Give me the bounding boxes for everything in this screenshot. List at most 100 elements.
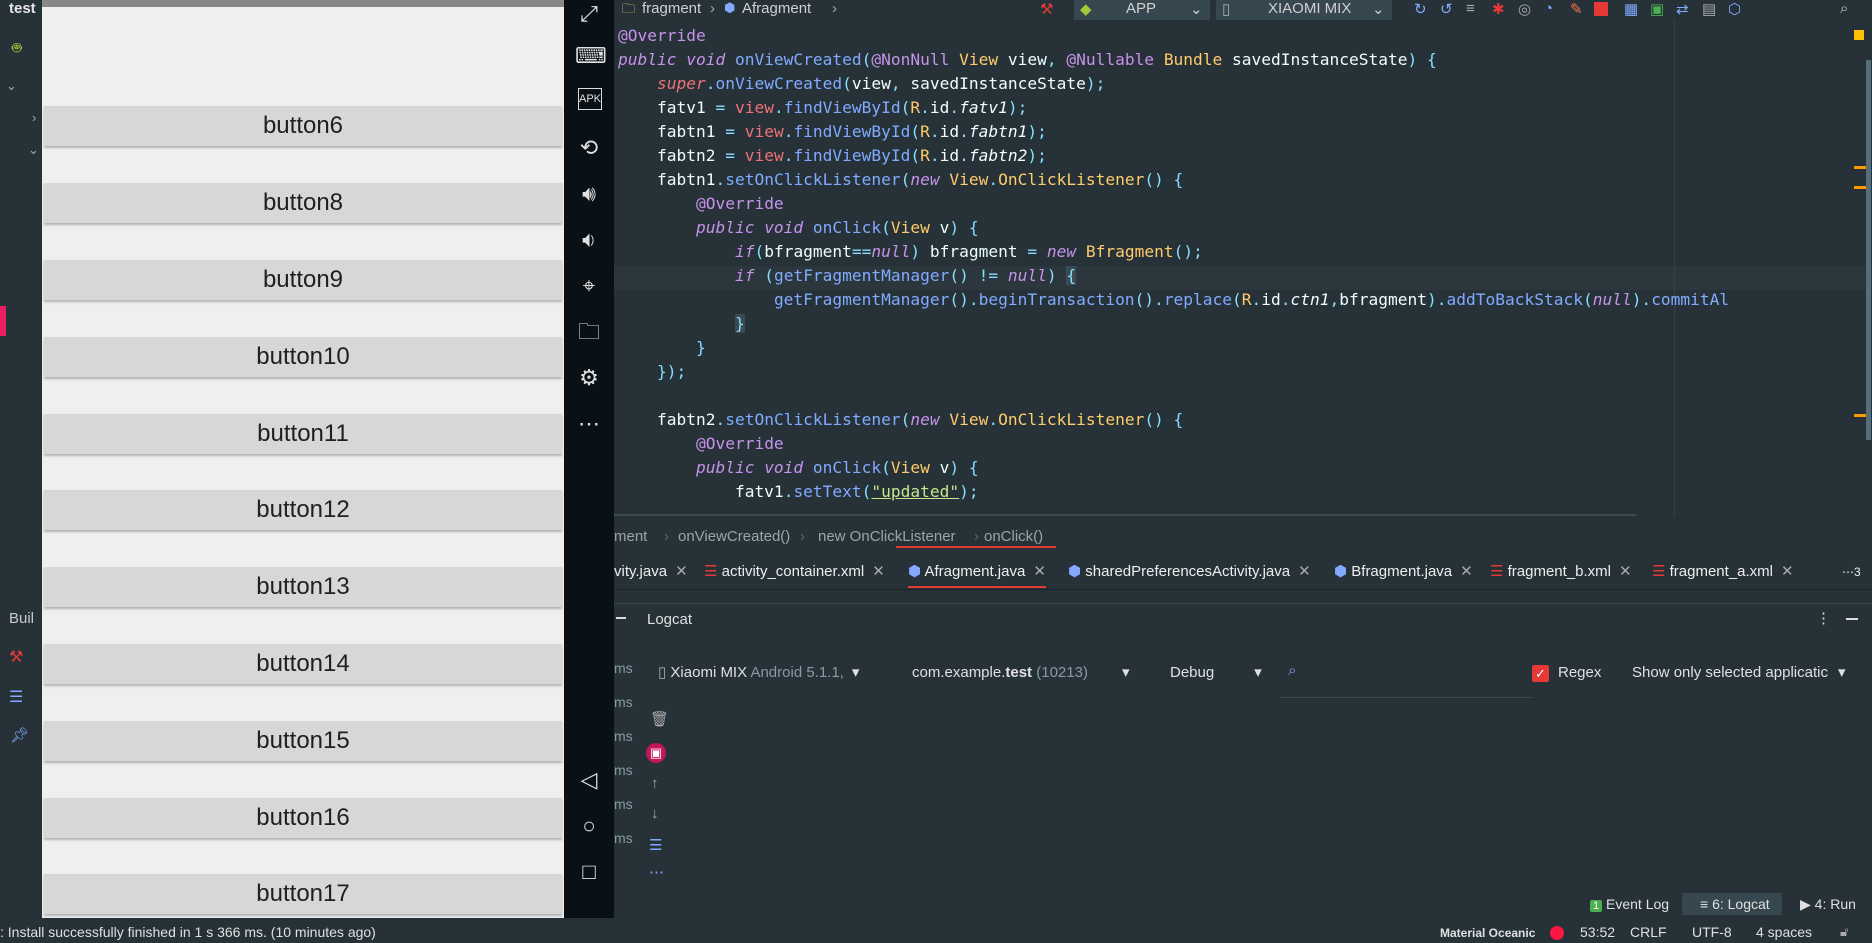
home-icon[interactable]: ○ [575, 812, 603, 840]
logcat-package-select[interactable]: com.example.test (10213) ▾ [912, 663, 1129, 681]
breadcrumb-afragment[interactable]: Afragment [742, 0, 811, 17]
tool-run[interactable]: ▶ 4: Run [1800, 896, 1856, 913]
crumb[interactable]: ment [614, 528, 647, 545]
tab-file[interactable]: ⬢ sharedPreferencesActivity.java ✕ [1068, 562, 1311, 580]
app-button[interactable]: button15 [44, 721, 562, 761]
scroll-to-end-icon[interactable]: ▣ [646, 743, 666, 763]
chevron-down-icon[interactable]: ⌄ [28, 142, 39, 158]
app-button[interactable]: button11 [44, 414, 562, 454]
android-icon[interactable]: 🤖︎ [12, 38, 30, 57]
tab-file[interactable]: vity.java ✕ [614, 562, 688, 580]
crumb[interactable]: onClick() [984, 528, 1043, 545]
apply-code-icon[interactable]: ↺ [1440, 0, 1453, 18]
app-button[interactable]: button17 [44, 874, 562, 914]
more-icon[interactable]: ⋯ [649, 863, 664, 881]
tab-file[interactable]: ⬢ Bfragment.java ✕ [1334, 562, 1473, 580]
close-icon[interactable]: ✕ [675, 563, 688, 580]
app-button[interactable]: button16 [44, 798, 562, 838]
build-label[interactable]: Buil [9, 610, 34, 627]
logcat-level-select[interactable]: Debug ▾ [1170, 663, 1262, 681]
theme-label[interactable]: Material Oceanic [1440, 926, 1535, 940]
tab-file[interactable]: ☰ fragment_b.xml ✕ [1490, 562, 1632, 580]
list-icon[interactable]: ☰ [9, 687, 23, 707]
volume-down-icon[interactable]: 🔉︎ [575, 226, 603, 254]
app-button[interactable]: button6 [44, 106, 562, 146]
app-button[interactable]: button12 [44, 490, 562, 530]
app-button[interactable]: button8 [44, 183, 562, 223]
crumb[interactable]: new OnClickListener [818, 528, 956, 545]
tab-file[interactable]: ⬢ Afragment.java ✕ [908, 562, 1046, 588]
tool-event-log[interactable]: 1 Event Log [1590, 896, 1669, 912]
recents-icon[interactable]: □ [575, 858, 603, 886]
close-icon[interactable]: ✕ [1298, 563, 1311, 580]
line-separator[interactable]: CRLF [1630, 924, 1667, 940]
close-icon[interactable]: ✕ [1033, 563, 1046, 580]
close-icon[interactable]: ✕ [1781, 563, 1794, 580]
keyboard-icon[interactable]: ⌨ [575, 42, 607, 70]
soft-wrap-icon[interactable]: ☰ [649, 836, 662, 854]
chevron-right-icon[interactable]: › [32, 110, 36, 125]
chevron-down-icon[interactable]: ⌄ [6, 78, 17, 94]
regex-checkbox[interactable]: ✓ [1532, 665, 1549, 682]
run-config-select[interactable]: ◆ APP ⌄ [1074, 0, 1210, 20]
breadcrumb-fragment[interactable]: fragment [642, 0, 701, 17]
app-button[interactable]: button9 [44, 260, 562, 300]
tab-file[interactable]: ☰ activity_container.xml ✕ [704, 562, 885, 580]
logcat-device-select[interactable]: ▯ Xiaomi MIX Android 5.1.1, ▾ [658, 663, 859, 681]
hammer-icon[interactable]: ⚒ [9, 647, 23, 667]
search-field-underline[interactable] [1280, 697, 1534, 698]
search-icon[interactable]: ⌕ [1288, 662, 1296, 679]
more-vertical-icon[interactable]: ⋮ [1816, 609, 1831, 627]
rotate-icon[interactable]: ⟲ [575, 134, 603, 162]
more-icon[interactable]: ⋯ [575, 410, 603, 438]
terminal-icon[interactable]: ▣ [1650, 0, 1664, 18]
hide-panel-icon[interactable] [1846, 618, 1858, 620]
apk-icon[interactable]: APK [578, 88, 602, 110]
avd-icon[interactable]: ▤ [1702, 0, 1716, 18]
close-icon[interactable]: ✕ [1619, 563, 1632, 580]
folder-icon[interactable]: 🗀 [575, 318, 603, 346]
app-button[interactable]: button14 [44, 644, 562, 684]
sync-icon[interactable]: ⇄ [1676, 0, 1689, 18]
code-editor[interactable]: @Override public void onViewCreated(@Non… [614, 20, 1872, 516]
layout-icon[interactable]: ▦ [1624, 0, 1638, 18]
volume-up-icon[interactable]: 🔊︎ [575, 180, 603, 208]
warning-marker[interactable] [1854, 30, 1864, 40]
location-icon[interactable]: ⌖ [575, 272, 603, 300]
logcat-icon[interactable]: ≡ [1466, 0, 1475, 17]
logcat-filter-select[interactable]: Show only selected applicatic ▾ [1632, 663, 1845, 681]
indent-setting[interactable]: 4 spaces [1756, 924, 1812, 940]
tabs-overflow[interactable]: ⋯3 [1842, 565, 1861, 579]
close-icon[interactable]: ✕ [872, 563, 885, 580]
error-stripe-marker[interactable] [1854, 186, 1866, 189]
profiler-icon[interactable]: ◔ [1544, 0, 1553, 17]
tab-file[interactable]: ☰ fragment_a.xml ✕ [1652, 562, 1794, 580]
file-encoding[interactable]: UTF-8 [1692, 924, 1732, 940]
coverage-icon[interactable]: ◎ [1518, 0, 1531, 18]
horizontal-scrollbar[interactable] [614, 514, 1636, 516]
caret-position[interactable]: 53:52 [1580, 924, 1615, 940]
fullscreen-icon[interactable]: ⤢ [575, 0, 603, 28]
up-arrow-icon[interactable]: ↑ [651, 775, 659, 792]
search-icon[interactable]: ⌕ [1840, 0, 1848, 17]
down-arrow-icon[interactable]: ↓ [651, 805, 659, 822]
back-icon[interactable]: ◁ [575, 766, 603, 794]
trash-icon[interactable]: 🗑︎ [650, 710, 669, 728]
app-button[interactable]: button13 [44, 567, 562, 607]
vertical-scrollbar[interactable] [1866, 60, 1871, 440]
pin-icon[interactable]: 📌︎ [10, 726, 29, 744]
close-icon[interactable]: ✕ [1460, 563, 1473, 580]
debug-icon[interactable]: ✱ [1492, 0, 1505, 18]
device-select[interactable]: ▯ XIAOMI MIX ⌄ [1216, 0, 1392, 20]
crumb[interactable]: onViewCreated() [678, 528, 790, 545]
apply-changes-icon[interactable]: ↻ [1414, 0, 1427, 18]
minimize-icon[interactable] [616, 617, 626, 619]
gear-icon[interactable]: ⚙ [575, 364, 603, 392]
app-button[interactable]: button10 [44, 337, 562, 377]
sdk-icon[interactable]: ⬡ [1728, 0, 1741, 18]
status-message[interactable]: : Install successfully finished in 1 s 3… [0, 924, 376, 940]
tool-logcat[interactable]: ≡ 6: Logcat [1700, 896, 1770, 912]
lock-icon[interactable]: 🔓︎ [1840, 924, 1848, 940]
hammer-icon[interactable]: ⚒ [1040, 0, 1053, 18]
error-stripe-marker[interactable] [1854, 166, 1866, 169]
